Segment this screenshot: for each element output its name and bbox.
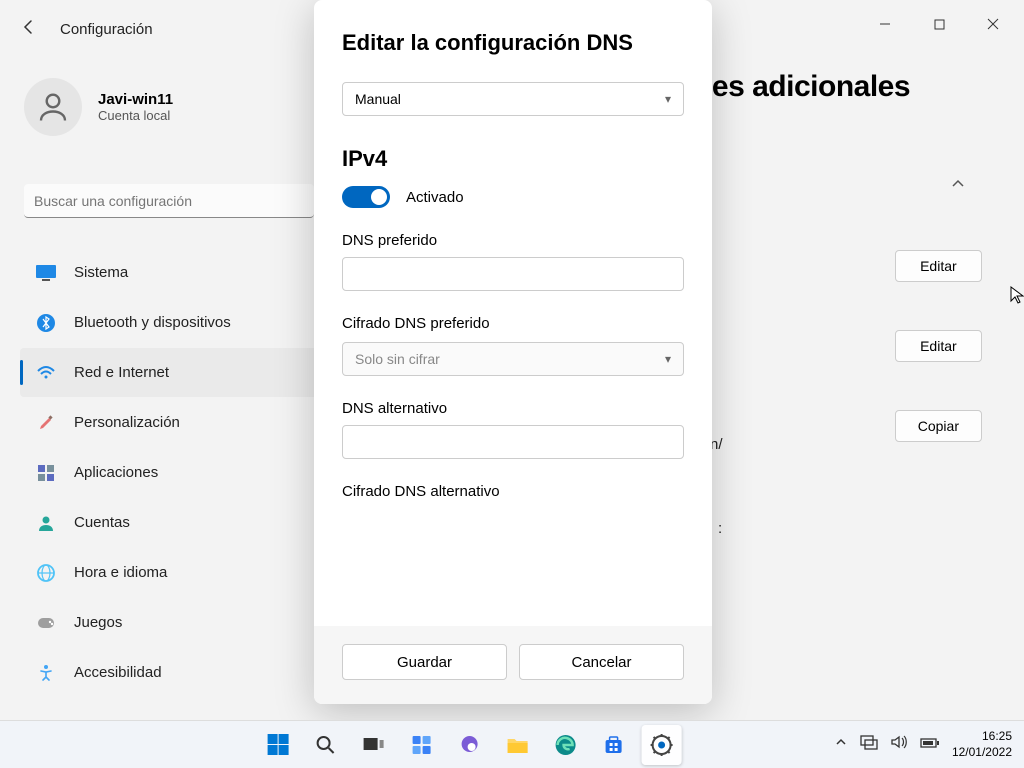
start-button[interactable] [258, 725, 298, 765]
user-name: Javi-win11 [98, 91, 173, 108]
chat-button[interactable] [450, 725, 490, 765]
actions-column: Editar Editar Copiar [895, 250, 982, 442]
window-controls [862, 0, 1024, 40]
sidebar-item-time-language[interactable]: Hora e idioma [20, 548, 320, 597]
sidebar-item-label: Personalización [74, 414, 180, 431]
partial-text: : [718, 520, 722, 537]
chevron-up-icon[interactable] [950, 176, 966, 192]
chevron-down-icon: ▾ [665, 92, 671, 106]
preferred-dns-encryption-label: Cifrado DNS preferido [342, 315, 684, 332]
file-explorer-button[interactable] [498, 725, 538, 765]
edit-button[interactable]: Editar [895, 330, 982, 362]
back-button[interactable] [20, 18, 38, 40]
alternate-dns-encryption-label: Cifrado DNS alternativo [342, 483, 684, 500]
alternate-dns-label: DNS alternativo [342, 400, 684, 417]
preferred-dns-label: DNS preferido [342, 232, 684, 249]
maximize-button[interactable] [916, 8, 962, 40]
sidebar-item-gaming[interactable]: Juegos [20, 598, 320, 647]
user-text: Javi-win11 Cuenta local [98, 91, 173, 123]
close-button[interactable] [970, 8, 1016, 40]
gamepad-icon [36, 613, 56, 633]
clock-date: 12/01/2022 [952, 745, 1012, 761]
sidebar-item-personalization[interactable]: Personalización [20, 398, 320, 447]
dns-settings-modal: Editar la configuración DNS Manual ▾ IPv… [314, 0, 712, 704]
network-tray-icon[interactable] [860, 734, 878, 755]
ipv4-toggle-label: Activado [406, 189, 464, 206]
save-button[interactable]: Guardar [342, 644, 507, 680]
sidebar-item-accounts[interactable]: Cuentas [20, 498, 320, 547]
app-title: Configuración [60, 21, 153, 38]
copy-button[interactable]: Copiar [895, 410, 982, 442]
sidebar-item-system[interactable]: Sistema [20, 248, 320, 297]
search-container [24, 184, 314, 218]
sidebar-item-bluetooth[interactable]: Bluetooth y dispositivos [20, 298, 320, 347]
apps-icon [36, 463, 56, 483]
monitor-icon [36, 263, 56, 283]
clock[interactable]: 16:25 12/01/2022 [952, 729, 1012, 760]
taskbar: 16:25 12/01/2022 [0, 720, 1024, 768]
sidebar-item-label: Accesibilidad [74, 664, 162, 681]
sidebar-item-label: Sistema [74, 264, 128, 281]
modal-title: Editar la configuración DNS [342, 30, 684, 56]
user-block[interactable]: Javi-win11 Cuenta local [24, 78, 173, 136]
ipv4-section-title: IPv4 [342, 146, 684, 172]
battery-tray-icon[interactable] [920, 736, 940, 754]
sidebar-item-accessibility[interactable]: Accesibilidad [20, 648, 320, 697]
alternate-dns-input[interactable] [342, 425, 684, 459]
avatar [24, 78, 82, 136]
mouse-cursor [1010, 286, 1024, 309]
app-header: Configuración [20, 18, 153, 40]
person-icon [36, 513, 56, 533]
accessibility-icon [36, 663, 56, 683]
widgets-button[interactable] [402, 725, 442, 765]
chevron-down-icon: ▾ [665, 352, 671, 366]
cancel-button[interactable]: Cancelar [519, 644, 684, 680]
dns-mode-select[interactable]: Manual ▾ [342, 82, 684, 116]
sidebar-item-label: Juegos [74, 614, 122, 631]
sidebar-item-apps[interactable]: Aplicaciones [20, 448, 320, 497]
globe-clock-icon [36, 563, 56, 583]
sidebar-item-label: Hora e idioma [74, 564, 167, 581]
clock-time: 16:25 [952, 729, 1012, 745]
sidebar-nav: Sistema Bluetooth y dispositivos Red e I… [20, 248, 320, 697]
preferred-dns-input[interactable] [342, 257, 684, 291]
sidebar-item-label: Red e Internet [74, 364, 169, 381]
task-view-button[interactable] [354, 725, 394, 765]
sidebar-item-label: Bluetooth y dispositivos [74, 314, 231, 331]
edit-button[interactable]: Editar [895, 250, 982, 282]
search-button[interactable] [306, 725, 346, 765]
settings-button[interactable] [642, 725, 682, 765]
sidebar-item-label: Aplicaciones [74, 464, 158, 481]
preferred-dns-encryption-value: Solo sin cifrar [355, 351, 440, 367]
minimize-button[interactable] [862, 8, 908, 40]
paintbrush-icon [36, 413, 56, 433]
ipv4-toggle[interactable] [342, 186, 390, 208]
tray-overflow-button[interactable] [834, 735, 848, 754]
sidebar-item-label: Cuentas [74, 514, 130, 531]
search-input[interactable] [24, 184, 314, 218]
dns-mode-value: Manual [355, 91, 401, 107]
preferred-dns-encryption-select[interactable]: Solo sin cifrar ▾ [342, 342, 684, 376]
system-tray: 16:25 12/01/2022 [834, 729, 1012, 760]
volume-tray-icon[interactable] [890, 734, 908, 755]
wifi-icon [36, 363, 56, 383]
sidebar-item-network[interactable]: Red e Internet [20, 348, 320, 397]
store-button[interactable] [594, 725, 634, 765]
edge-button[interactable] [546, 725, 586, 765]
user-account-type: Cuenta local [98, 108, 173, 123]
bluetooth-icon [36, 313, 56, 333]
